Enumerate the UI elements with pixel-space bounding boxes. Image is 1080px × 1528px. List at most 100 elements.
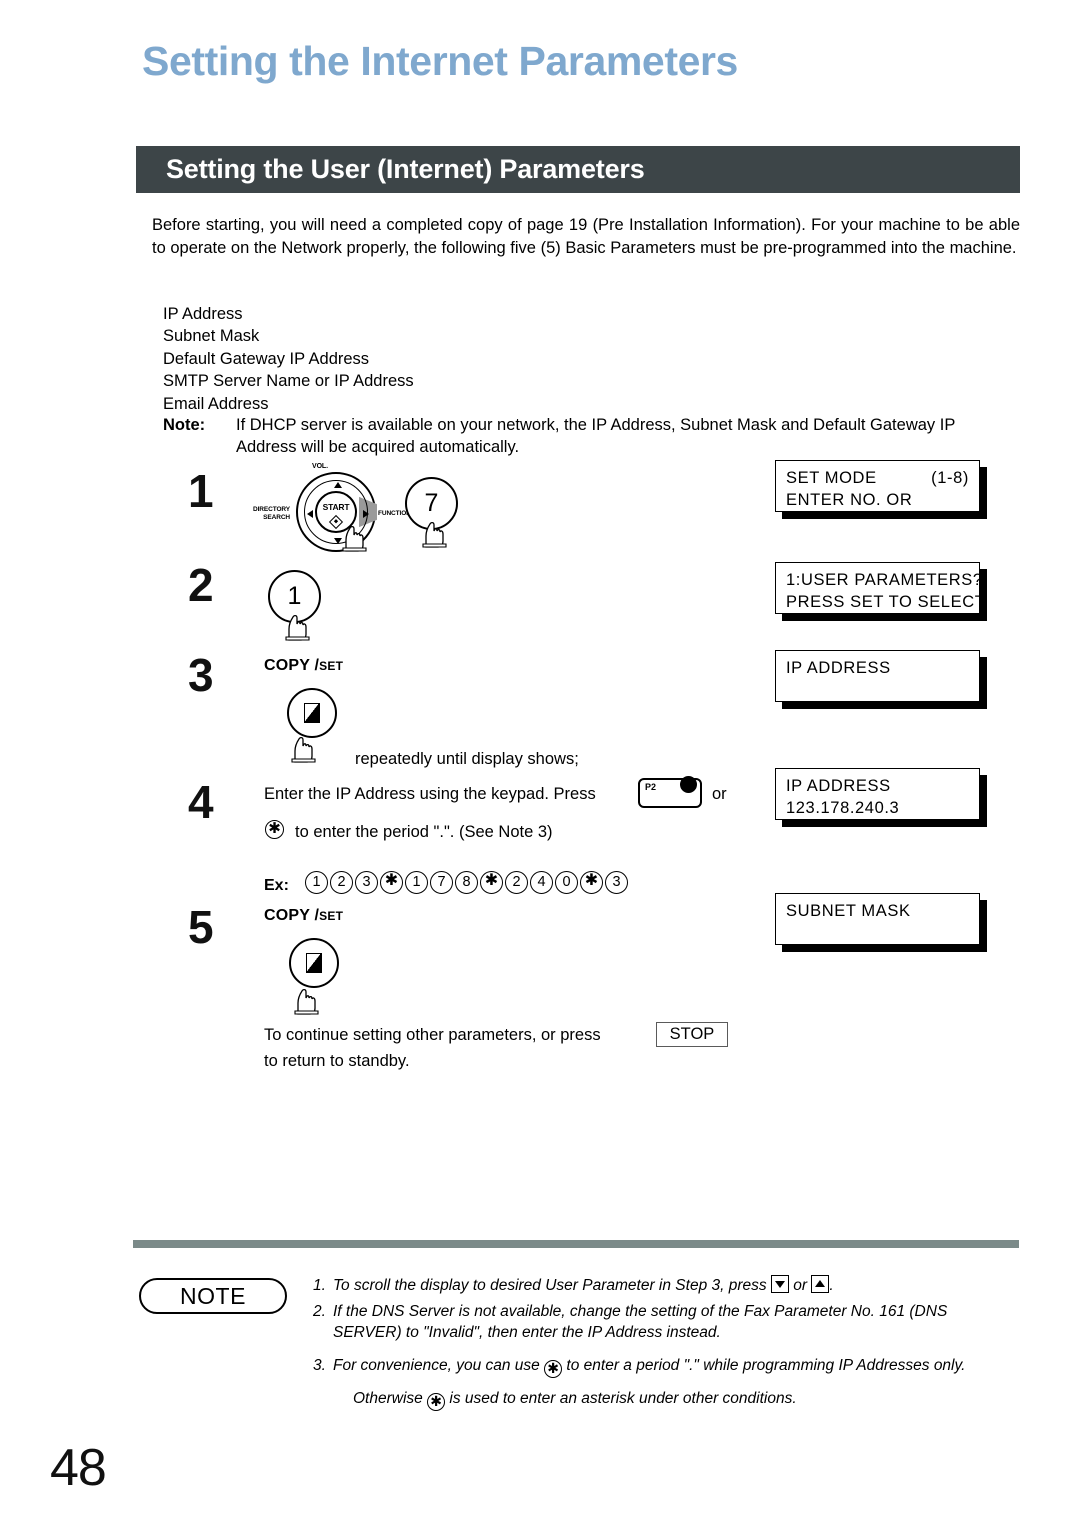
copy-set-button[interactable] [289, 938, 339, 988]
stop-key[interactable]: STOP [656, 1022, 728, 1047]
lcd-display: IP ADDRESS [775, 650, 980, 702]
lcd-display: SUBNET MASK [775, 893, 980, 945]
step5-line1: To continue setting other parameters, or… [264, 1026, 601, 1044]
inline-note-label: Note: [163, 416, 206, 434]
lcd-line1-left: IP ADDRESS [786, 659, 891, 677]
footer-divider [133, 1240, 1019, 1248]
example-key: 7 [430, 871, 453, 894]
footer-note-list: 1. To scroll the display to desired User… [313, 1275, 1013, 1416]
document-icon [304, 703, 320, 723]
footer-note-item: 3. For convenience, you can use ✱ to ent… [313, 1355, 1013, 1411]
example-key: 2 [330, 871, 353, 894]
list-item: Default Gateway IP Address [163, 349, 370, 368]
list-item: SMTP Server Name or IP Address [163, 372, 414, 391]
note-badge: NOTE [139, 1278, 287, 1314]
footer-note-sub-after: is used to enter an asterisk under other… [449, 1390, 797, 1407]
copy-set-label-small: SET [319, 659, 344, 673]
copy-set-label: COPY /SET [264, 657, 343, 675]
p2-button-label: P2 [645, 782, 657, 792]
navpad-up-arrow-icon[interactable] [334, 482, 342, 488]
example-key: 3 [355, 871, 378, 894]
footer-note-text: If the DNS Server is not available, chan… [333, 1303, 948, 1341]
start-button-label: START [322, 502, 350, 512]
asterisk-key-icon[interactable]: ✱ [265, 820, 284, 839]
step-number-5: 5 [188, 901, 214, 953]
step-number-2: 2 [188, 559, 214, 611]
example-key: 3 [605, 871, 628, 894]
lcd-line1-left: SET MODE [786, 469, 877, 487]
section-heading-label: Setting the User (Internet) Parameters [166, 153, 645, 184]
p2-button[interactable]: P2 [638, 776, 702, 808]
navpad-left-arrow-icon[interactable] [307, 510, 313, 518]
example-key-asterisk: ✱ [580, 871, 603, 894]
footer-note-number: 2. [313, 1303, 326, 1320]
step4-line1: Enter the IP Address using the keypad. P… [264, 785, 596, 803]
copy-set-label-big: COPY / [264, 657, 320, 674]
example-key-asterisk: ✱ [480, 871, 503, 894]
footer-note-number: 1. [313, 1277, 326, 1294]
pointing-hand-icon [342, 525, 367, 552]
copy-set-label: COPY /SET [264, 907, 343, 925]
lcd-display: 1:USER PARAMETERS? PRESS SET TO SELECT [775, 562, 986, 614]
footer-note-sub-before: Otherwise [353, 1390, 423, 1407]
inline-note-text: If DHCP server is available on your netw… [236, 416, 956, 457]
footer-note-item: 2. If the DNS Server is not available, c… [313, 1301, 1013, 1343]
lcd-line2: 123.178.240.3 [786, 799, 900, 817]
step-number-3: 3 [188, 649, 214, 701]
copy-set-label-small: SET [319, 909, 344, 923]
lcd-line1-left: IP ADDRESS [786, 777, 891, 795]
footer-note-text-before: For convenience, you can use [333, 1357, 540, 1374]
lcd-line1-left: SUBNET MASK [786, 902, 911, 920]
example-key: 1 [405, 871, 428, 894]
navpad-vol-label: VOL. [312, 463, 328, 470]
step-number-1: 1 [188, 465, 214, 517]
list-item: Subnet Mask [163, 327, 260, 346]
list-item: IP Address [163, 305, 243, 323]
up-arrow-icon [811, 1275, 830, 1293]
intro-paragraph: Before starting, you will need a complet… [152, 216, 1020, 257]
navpad-directory-search-label: DIRECTORY SEARCH [253, 506, 290, 521]
example-key-sequence: 1 2 3 ✱ 1 7 8 ✱ 2 4 0 ✱ 3 [305, 871, 628, 894]
pointing-hand-icon [422, 521, 447, 548]
section-heading-bar: Setting the User (Internet) Parameters [136, 146, 1020, 193]
page-number: 48 [50, 1439, 107, 1497]
lcd-line2: PRESS SET TO SELECT [786, 593, 986, 611]
directory-label-line1: DIRECTORY [253, 506, 291, 513]
pointing-hand-icon [291, 736, 316, 763]
example-key: 1 [305, 871, 328, 894]
pointing-hand-icon [294, 988, 319, 1015]
lcd-line2: ENTER NO. OR [786, 491, 913, 509]
step3-trailing-text: repeatedly until display shows; [355, 750, 579, 768]
p2-indicator-dot-icon [680, 776, 697, 793]
parameter-list: IP Address Subnet Mask Default Gateway I… [163, 303, 414, 415]
lcd-display: SET MODE (1-8) ENTER NO. OR [775, 460, 980, 512]
example-key-asterisk: ✱ [380, 871, 403, 894]
example-key: 8 [455, 871, 478, 894]
inline-note: Note: If DHCP server is available on your… [163, 414, 1021, 459]
pointing-hand-icon [285, 614, 310, 641]
footer-note-text-before: To scroll the display to desired User Pa… [333, 1277, 767, 1294]
step5-line2: to return to standby. [264, 1052, 410, 1070]
footer-note-text-after: to enter a period "." while programming … [566, 1357, 966, 1374]
page-title: Setting the Internet Parameters [142, 38, 738, 84]
footer-note-text-middle: or [793, 1277, 808, 1294]
example-key: 2 [505, 871, 528, 894]
footer-note-number: 3. [313, 1357, 326, 1374]
example-key: 4 [530, 871, 553, 894]
down-arrow-icon [770, 1275, 789, 1293]
lcd-display: IP ADDRESS 123.178.240.3 [775, 768, 980, 820]
footer-note-item: 1. To scroll the display to desired User… [313, 1275, 1013, 1296]
list-item: Email Address [163, 394, 269, 413]
directory-label-line2: SEARCH [263, 513, 291, 521]
footer-note-text-after: . [829, 1277, 834, 1294]
footer-note-subline: Otherwise ✱ is used to enter an asterisk… [333, 1388, 1013, 1411]
navpad-right-arrow-icon[interactable] [363, 510, 369, 518]
copy-set-button[interactable] [287, 688, 337, 738]
copy-set-label-big: COPY / [264, 907, 320, 924]
step-number-4: 4 [188, 776, 214, 828]
document-icon [306, 953, 322, 973]
example-label: Ex: [264, 877, 289, 894]
step4-or-text: or [712, 785, 727, 803]
lcd-line1-right: (1-8) [931, 469, 969, 487]
example-key: 0 [555, 871, 578, 894]
